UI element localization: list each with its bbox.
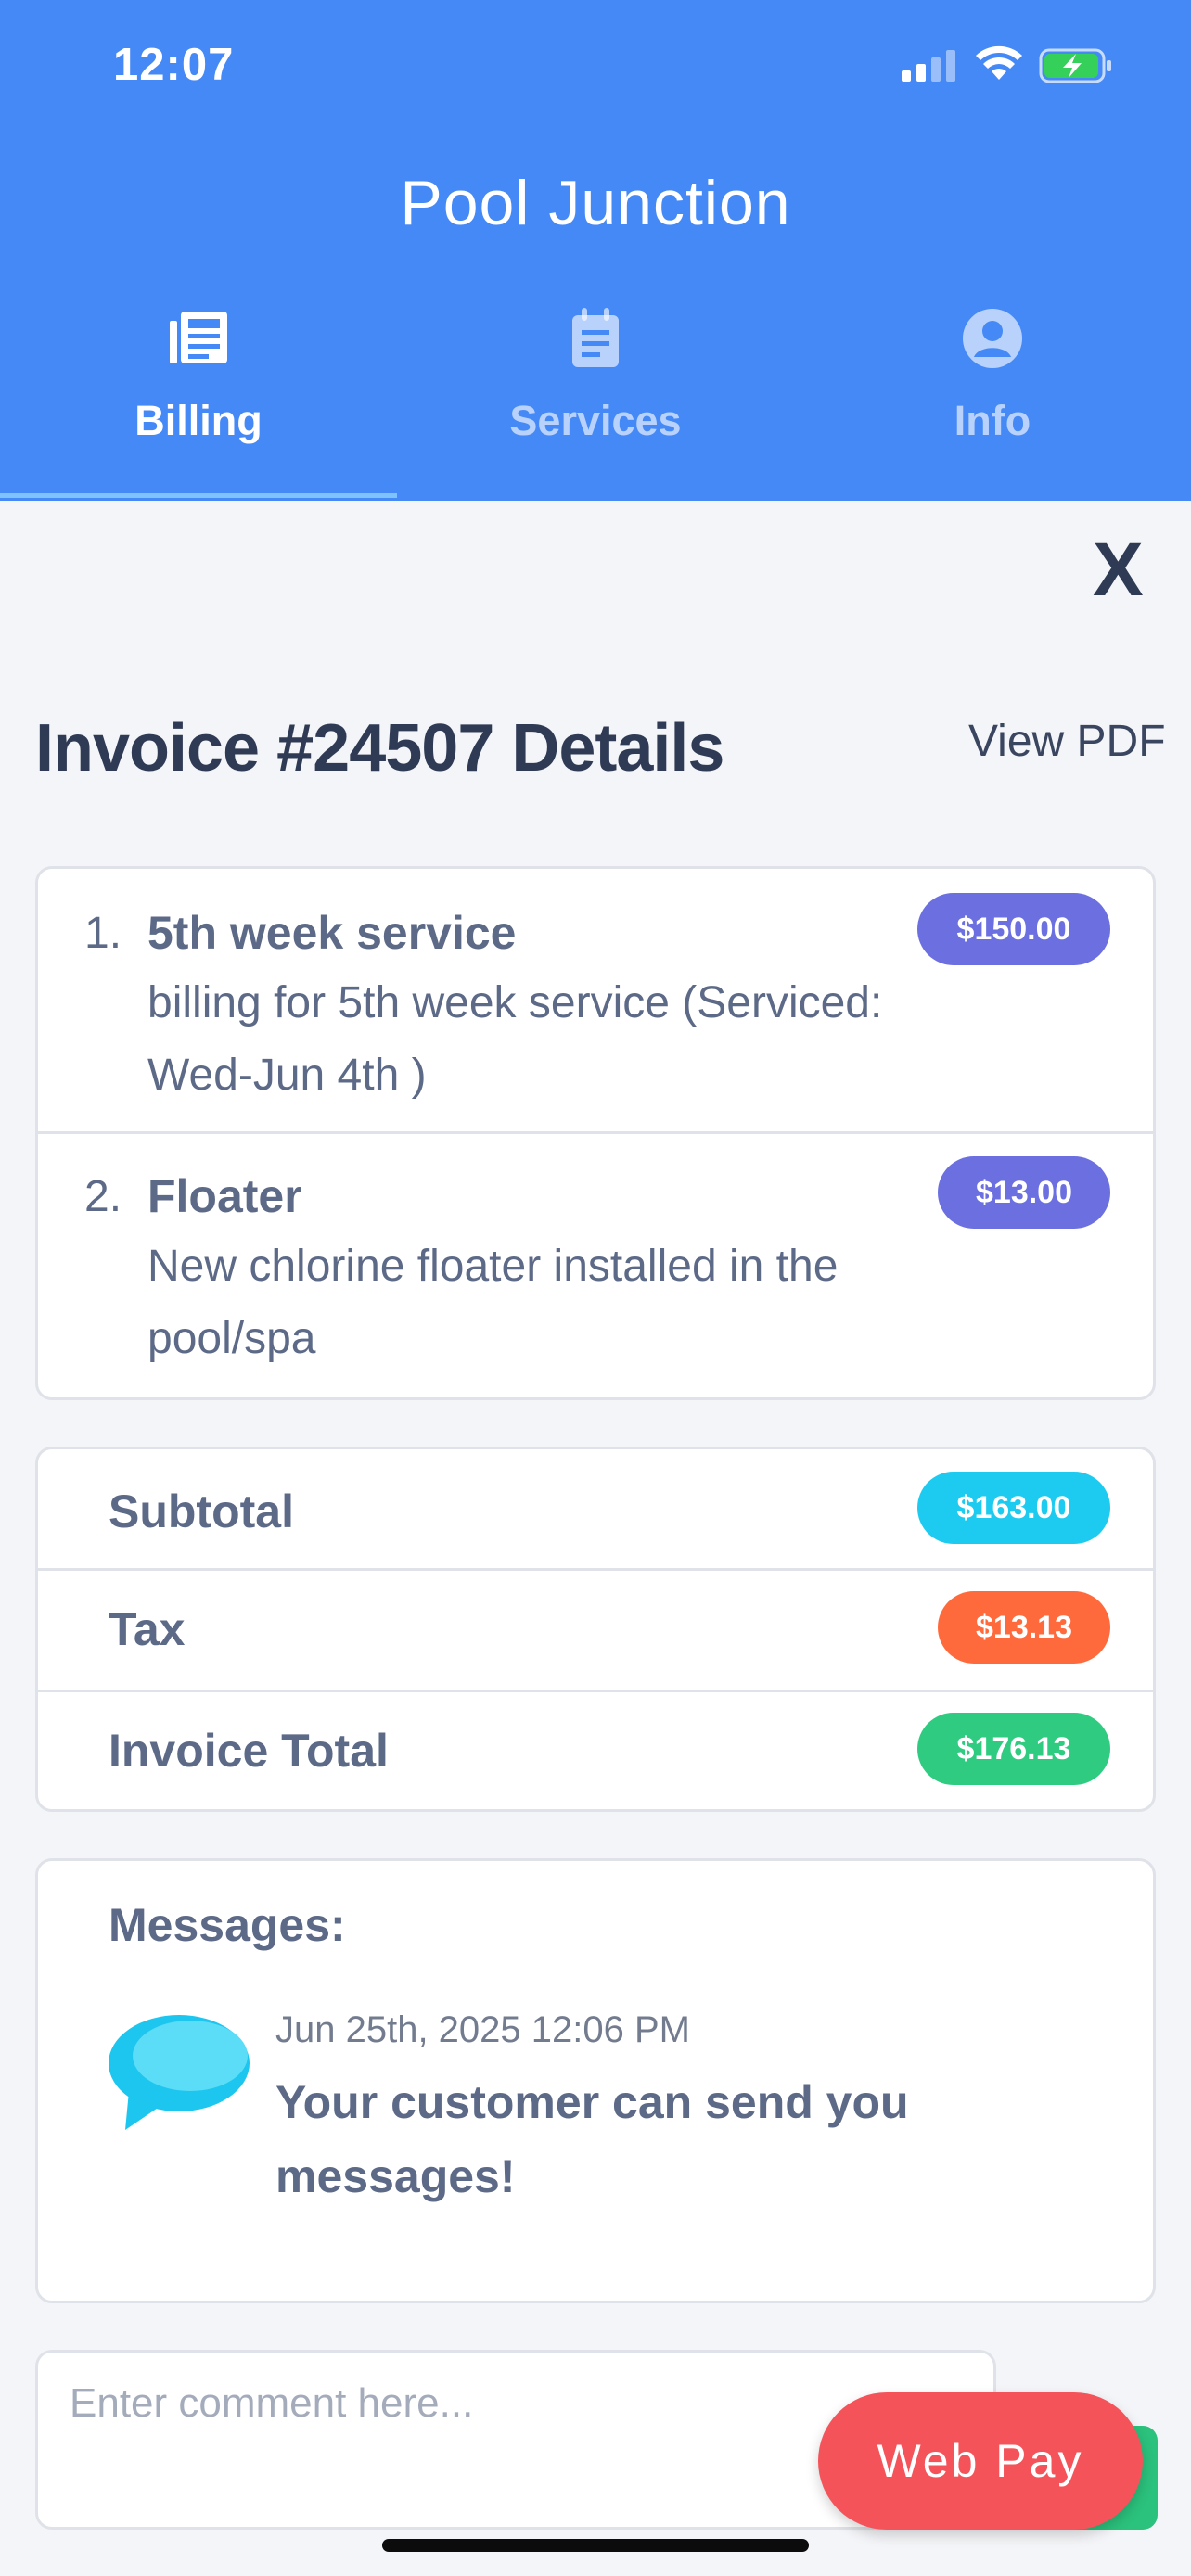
battery-charging-icon	[1039, 48, 1111, 83]
view-pdf-link[interactable]: View PDF	[968, 716, 1166, 767]
active-tab-indicator	[0, 493, 397, 498]
close-button[interactable]: X	[1093, 532, 1144, 608]
wifi-icon	[976, 45, 1022, 80]
status-time: 12:07	[113, 40, 235, 90]
list-item: 1. 5th week service billing for 5th week…	[38, 869, 1153, 1132]
invoice-total-row: Invoice Total $176.13	[38, 1692, 1153, 1813]
newspaper-icon	[170, 312, 227, 363]
item-name: Floater	[147, 1170, 302, 1222]
invoice-total-badge: $176.13	[917, 1713, 1110, 1785]
cellular-signal-icon	[902, 50, 955, 82]
tab-services-label: Services	[509, 397, 682, 444]
tax-row: Tax $13.13	[38, 1571, 1153, 1691]
app-header: 12:07 Pool Junction Billing Services Inf…	[0, 0, 1191, 501]
account-circle-icon	[963, 309, 1022, 368]
item-price-badge: $150.00	[917, 893, 1110, 965]
item-name: 5th week service	[147, 907, 517, 959]
item-description: New chlorine floater installed in the po…	[147, 1242, 839, 1363]
tax-badge: $13.13	[938, 1591, 1110, 1664]
tax-label: Tax	[109, 1603, 186, 1655]
tab-services[interactable]: Services	[397, 306, 794, 497]
web-pay-button[interactable]: Web Pay	[818, 2392, 1143, 2530]
line-items-card: 1. 5th week service billing for 5th week…	[35, 866, 1156, 1400]
message-timestamp: Jun 25th, 2025 12:06 PM	[275, 2009, 690, 2050]
tab-billing-label: Billing	[134, 397, 263, 444]
subtotal-label: Subtotal	[109, 1486, 294, 1537]
page-title: Invoice #24507 Details	[35, 711, 724, 785]
chat-bubble-icon	[109, 2015, 250, 2130]
messages-card: Messages: Jun 25th, 2025 12:06 PM Your c…	[35, 1858, 1156, 2303]
item-price-badge: $13.00	[938, 1156, 1110, 1229]
comment-input[interactable]	[70, 2380, 904, 2427]
list-item: 2. Floater New chlorine floater installe…	[38, 1134, 1153, 1397]
home-indicator	[382, 2539, 809, 2552]
notepad-icon	[572, 308, 619, 367]
message-text: Your customer can send you messages!	[275, 2076, 909, 2202]
tab-billing[interactable]: Billing	[0, 306, 397, 497]
item-description: billing for 5th week service (Serviced: …	[147, 978, 883, 1100]
item-number: 2.	[84, 1172, 122, 1221]
tab-info[interactable]: Info	[794, 306, 1191, 497]
subtotal-badge: $163.00	[917, 1472, 1110, 1544]
tab-info-label: Info	[954, 397, 1031, 444]
app-title: Pool Junction	[400, 168, 791, 238]
item-number: 1.	[84, 909, 122, 958]
totals-card: Subtotal $163.00 Tax $13.13 Invoice Tota…	[35, 1447, 1156, 1812]
invoice-total-label: Invoice Total	[109, 1725, 389, 1777]
messages-heading: Messages:	[109, 1899, 346, 1951]
subtotal-row: Subtotal $163.00	[38, 1449, 1153, 1570]
